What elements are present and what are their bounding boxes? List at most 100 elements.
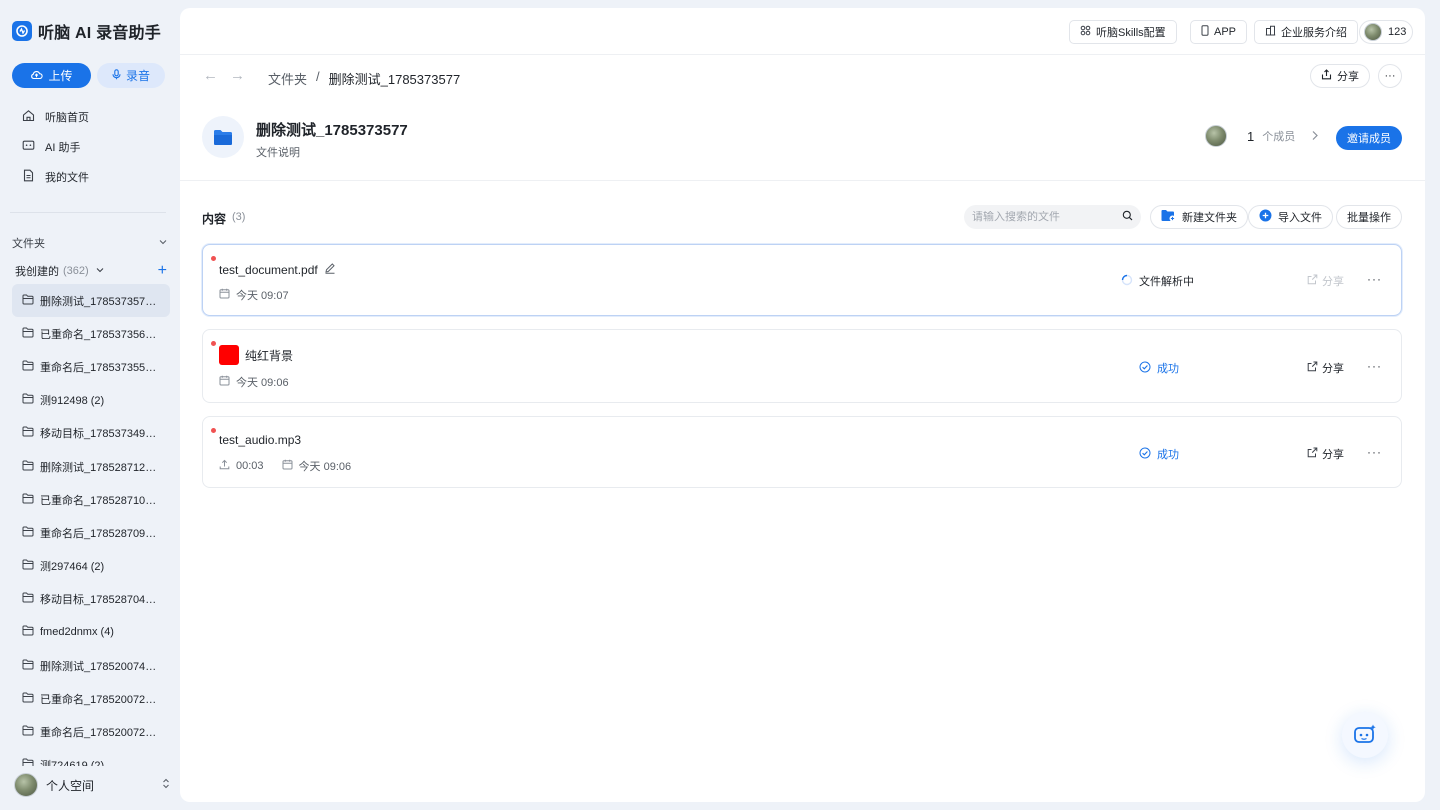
batch-operation-button[interactable]: 批量操作 [1336,205,1402,229]
building-icon [1265,25,1276,39]
sidebar-folder-item[interactable]: 测297464 (2) [12,550,170,583]
folder-plus-icon [1161,209,1176,225]
folder-outline-icon [22,592,34,606]
share-icon [1307,447,1318,461]
sidebar-folder-item[interactable]: 移动目标_1785373497 ... [12,417,170,450]
nav-item-home[interactable]: 听脑首页 [12,102,170,132]
image-thumbnail [219,345,239,365]
enterprise-service-button[interactable]: 企业服务介绍 [1254,20,1358,44]
content-title: 内容 [202,212,227,226]
file-name[interactable]: test_document.pdf [219,263,318,277]
sidebar-folder-label: 测297464 (2) [40,561,105,574]
share-button[interactable]: 分享 [1310,64,1370,88]
breadcrumb-parent[interactable]: 文件夹 [268,69,307,88]
file-name[interactable]: test_audio.mp3 [219,433,301,447]
calendar-icon [282,459,293,473]
check-circle-icon [1139,447,1151,462]
nav-item-ai-assistant[interactable]: AI 助手 [12,132,170,162]
sidebar-folder-label: 已重命名_1785200729 ... [40,693,162,706]
file-share-button[interactable]: 分享 [1307,360,1344,376]
sidebar-folder-item[interactable]: 已重命名_1785373562 ... [12,317,170,350]
sidebar-folder-label: 已重命名_1785287107 (... [40,494,162,507]
new-folder-button[interactable]: 新建文件夹 [1150,205,1248,229]
search-input[interactable] [972,211,1122,223]
skills-config-button[interactable]: 听脑Skills配置 [1069,20,1177,44]
chevron-down-icon[interactable] [95,265,105,278]
status-badge: 成功 [1139,446,1179,462]
app-button[interactable]: APP [1190,20,1248,44]
more-icon[interactable]: ··· [1367,359,1382,373]
microphone-icon [112,68,121,83]
chevron-down-icon[interactable] [158,237,168,250]
phone-icon [1201,25,1209,39]
sidebar-folder-item[interactable]: fmed2dnmx (4) [12,616,170,649]
sidebar-folder-label: 重命名后_1785200720 ... [40,727,162,740]
file-name[interactable]: 纯红背景 [245,347,293,364]
forward-arrow-icon[interactable]: → [230,67,245,84]
robot-icon [1353,723,1377,748]
unread-dot [211,256,216,261]
status-text: 成功 [1157,449,1179,461]
user-menu[interactable]: 123 [1359,20,1414,44]
created-by-me-group[interactable]: 我创建的 (362) + [15,263,167,279]
member-count: 1 [1247,128,1255,144]
status-badge: 文件解析中 [1121,273,1194,289]
file-share-button[interactable]: 分享 [1307,273,1344,289]
brand[interactable]: 听脑 AI 录音助手 [12,19,161,43]
sidebar-folder-item[interactable]: 删除测试_1785287120 ... [12,450,170,483]
unread-dot [211,341,216,346]
more-icon: ··· [1384,70,1396,82]
import-file-button[interactable]: 导入文件 [1248,205,1333,229]
sidebar-folder-label: 删除测试_1785200743 ... [40,660,162,673]
search-icon[interactable] [1122,210,1133,224]
sidebar-folder-item[interactable]: 移动目标_1785287046 ... [12,583,170,616]
sidebar-folder-item[interactable]: 删除测试_1785200743 ... [12,649,170,682]
more-icon[interactable]: ··· [1367,445,1382,459]
avatar [14,773,38,797]
sidebar-folder-item[interactable]: 已重命名_1785287107 (... [12,483,170,516]
nav-item-label: AI 助手 [45,142,81,154]
sidebar-folder-label: 删除测试_1785287120 ... [40,461,162,474]
back-arrow-icon[interactable]: ← [203,67,218,84]
home-icon [22,109,35,125]
members-summary[interactable]: 1 个成员 [1205,125,1319,147]
sidebar-folder-label: 已重命名_1785373562 ... [40,328,162,341]
edit-pencil-icon[interactable] [324,262,336,277]
skills-config-label: 听脑Skills配置 [1096,27,1166,39]
more-options-button[interactable]: ··· [1378,64,1402,88]
upload-button[interactable]: 上传 [12,63,91,88]
record-button[interactable]: 录音 [97,63,165,88]
sidebar-folder-item[interactable]: 重命名后_1785200720 ... [12,715,170,748]
sidebar-folder-item[interactable]: 测912498 (2) [12,384,170,417]
file-row[interactable]: test_document.pdf 今天 09:07 文件解析中 分享 ··· [202,244,1402,316]
file-row[interactable]: test_audio.mp3 00:03 今天 09:06 成功 分享 ··· [202,416,1402,488]
folder-outline-icon [22,327,34,341]
nav-item-label: 我的文件 [45,172,89,184]
file-date: 今天 09:06 [298,461,352,473]
enterprise-service-label: 企业服务介绍 [1281,27,1347,39]
sidebar-folder-item[interactable]: 重命名后_1785373552 ... [12,350,170,383]
folder-description[interactable]: 文件说明 [256,144,300,160]
sidebar-folder-item[interactable]: 已重命名_1785200729 ... [12,682,170,715]
breadcrumb: 文件夹 / 删除测试_1785373577 [268,69,460,88]
status-text: 文件解析中 [1139,276,1194,288]
sidebar-folder-item[interactable]: 重命名后_1785287096 ... [12,516,170,549]
sidebar-folder-label: 重命名后_1785287096 ... [40,527,162,540]
sidebar-folder-item[interactable]: 删除测试_1785373577 ... [12,284,170,318]
folder-section-header[interactable]: 文件夹 [12,235,168,251]
sidebar-folder-label: 测724619 (2) [40,757,162,766]
sidebar-folder-item[interactable]: 测724619 (2) [12,749,170,766]
file-row[interactable]: 纯红背景 今天 09:06 成功 分享 ··· [202,329,1402,403]
nav-item-my-files[interactable]: 我的文件 [12,162,170,192]
sidebar-folder-label: 删除测试_1785373577 ... [40,295,162,308]
workspace-switcher[interactable]: 个人空间 [14,773,170,797]
invite-members-button[interactable]: 邀请成员 [1336,126,1402,150]
content-toolbar: 内容 (3) 新建文件夹 导入文件 批量操作 [202,205,1402,229]
folder-outline-icon [22,460,34,474]
calendar-icon [219,288,230,302]
add-folder-icon[interactable]: + [158,263,167,279]
more-icon[interactable]: ··· [1367,272,1382,286]
file-date: 今天 09:07 [236,290,289,302]
ai-assistant-float-button[interactable] [1342,712,1388,758]
file-share-button[interactable]: 分享 [1307,446,1344,462]
